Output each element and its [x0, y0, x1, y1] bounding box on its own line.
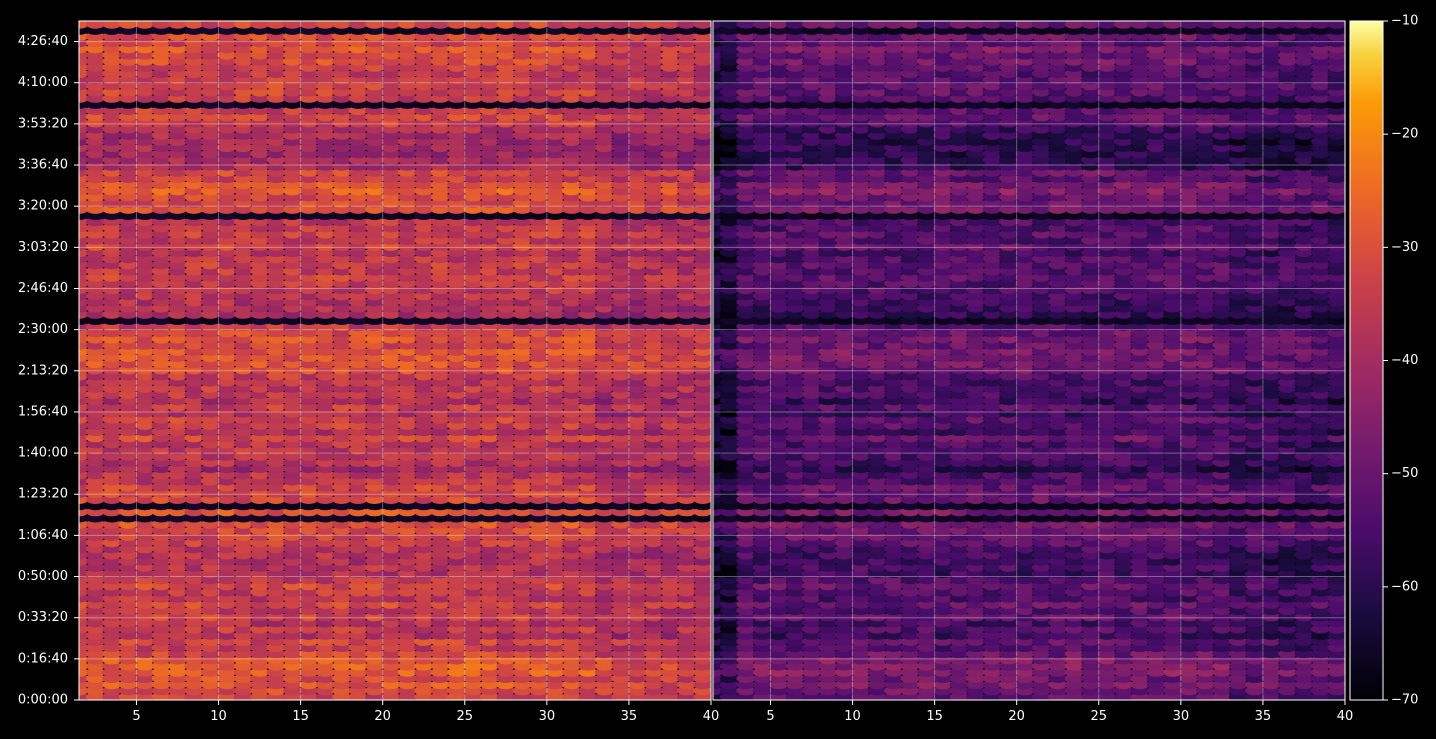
right-heatmap-cells [713, 21, 1345, 700]
heatmap-figure: 0:00:000:16:400:33:200:50:001:06:401:23:… [18, 14, 1419, 725]
left-heatmap-cells [79, 21, 711, 700]
left-panel [79, 21, 711, 700]
right-panel [713, 21, 1345, 700]
